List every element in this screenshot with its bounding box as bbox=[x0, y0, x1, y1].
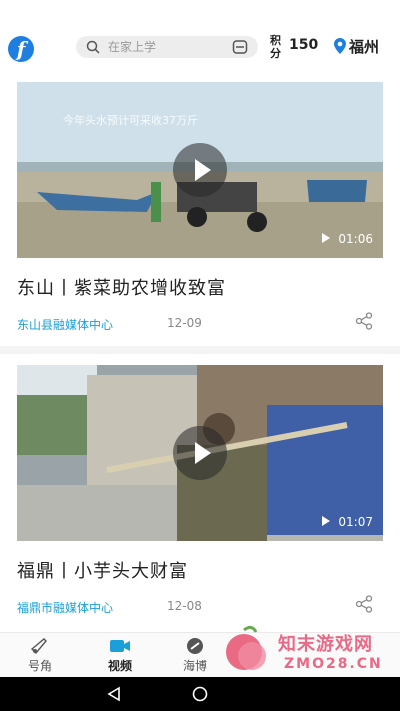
haibo-icon bbox=[187, 638, 203, 654]
watermark: 知末游戏网 ZMO28.CN bbox=[222, 620, 400, 680]
city-name: 福州 bbox=[349, 38, 380, 56]
video-meta: 福鼎市融媒体中心 12-08 bbox=[17, 595, 383, 621]
location-selector[interactable]: 福州 bbox=[334, 36, 379, 57]
play-icon[interactable] bbox=[173, 426, 227, 480]
video-title[interactable]: 东山丨紫菜助农增收致富 bbox=[17, 274, 383, 300]
tab-haibo[interactable]: 海博 bbox=[165, 637, 225, 674]
video-card[interactable]: 01:07 福鼎丨小芋头大财富 福鼎市融媒体中心 12-08 bbox=[17, 365, 383, 621]
video-card[interactable]: 今年头水预计可采收37万斤 01:06 东山丨紫菜助农增收致富 东山县融媒体中心… bbox=[17, 82, 383, 338]
small-play-icon bbox=[322, 516, 331, 526]
horn-icon bbox=[30, 638, 47, 655]
duration-text: 01:06 bbox=[338, 232, 373, 246]
points-value[interactable]: 150 bbox=[289, 37, 318, 53]
video-thumbnail[interactable]: 今年头水预计可采收37万斤 01:06 bbox=[17, 82, 383, 258]
video-meta: 东山县融媒体中心 12-09 bbox=[17, 312, 383, 338]
video-thumbnail[interactable]: 01:07 bbox=[17, 365, 383, 541]
search-placeholder: 在家上学 bbox=[108, 40, 157, 54]
tab-video[interactable]: 视频 bbox=[90, 637, 150, 674]
system-nav-bar bbox=[0, 677, 400, 711]
location-pin-icon bbox=[334, 38, 346, 54]
divider bbox=[0, 346, 400, 354]
source-name[interactable]: 东山县融媒体中心 bbox=[17, 316, 113, 333]
share-icon[interactable] bbox=[355, 312, 373, 330]
tab-label: 视频 bbox=[107, 659, 132, 673]
back-icon[interactable] bbox=[106, 686, 122, 702]
scan-icon[interactable] bbox=[232, 39, 248, 55]
share-icon[interactable] bbox=[355, 595, 373, 613]
tab-label: 号角 bbox=[27, 659, 52, 673]
top-header: f 在家上学 积分 150 福州 bbox=[0, 0, 400, 72]
small-play-icon bbox=[322, 233, 331, 243]
video-duration: 01:07 bbox=[322, 515, 373, 529]
points-label: 积分 bbox=[270, 34, 281, 60]
publish-date: 12-09 bbox=[167, 316, 202, 330]
video-caption: 今年头水预计可采收37万斤 bbox=[63, 114, 198, 127]
video-duration: 01:06 bbox=[322, 232, 373, 246]
tab-label: 海博 bbox=[182, 659, 207, 673]
search-bar[interactable]: 在家上学 bbox=[76, 36, 258, 58]
search-icon bbox=[86, 40, 100, 54]
watermark-line2: ZMO28.CN bbox=[284, 656, 383, 672]
play-icon[interactable] bbox=[173, 143, 227, 197]
publish-date: 12-08 bbox=[167, 599, 202, 613]
tab-haojiao[interactable]: 号角 bbox=[10, 637, 70, 674]
source-name[interactable]: 福鼎市融媒体中心 bbox=[17, 599, 113, 616]
watermark-line1: 知末游戏网 bbox=[278, 634, 373, 655]
video-icon bbox=[110, 640, 130, 652]
duration-text: 01:07 bbox=[338, 515, 373, 529]
video-title[interactable]: 福鼎丨小芋头大财富 bbox=[17, 557, 383, 583]
app-logo[interactable]: f bbox=[8, 36, 34, 62]
home-icon[interactable] bbox=[192, 686, 208, 702]
